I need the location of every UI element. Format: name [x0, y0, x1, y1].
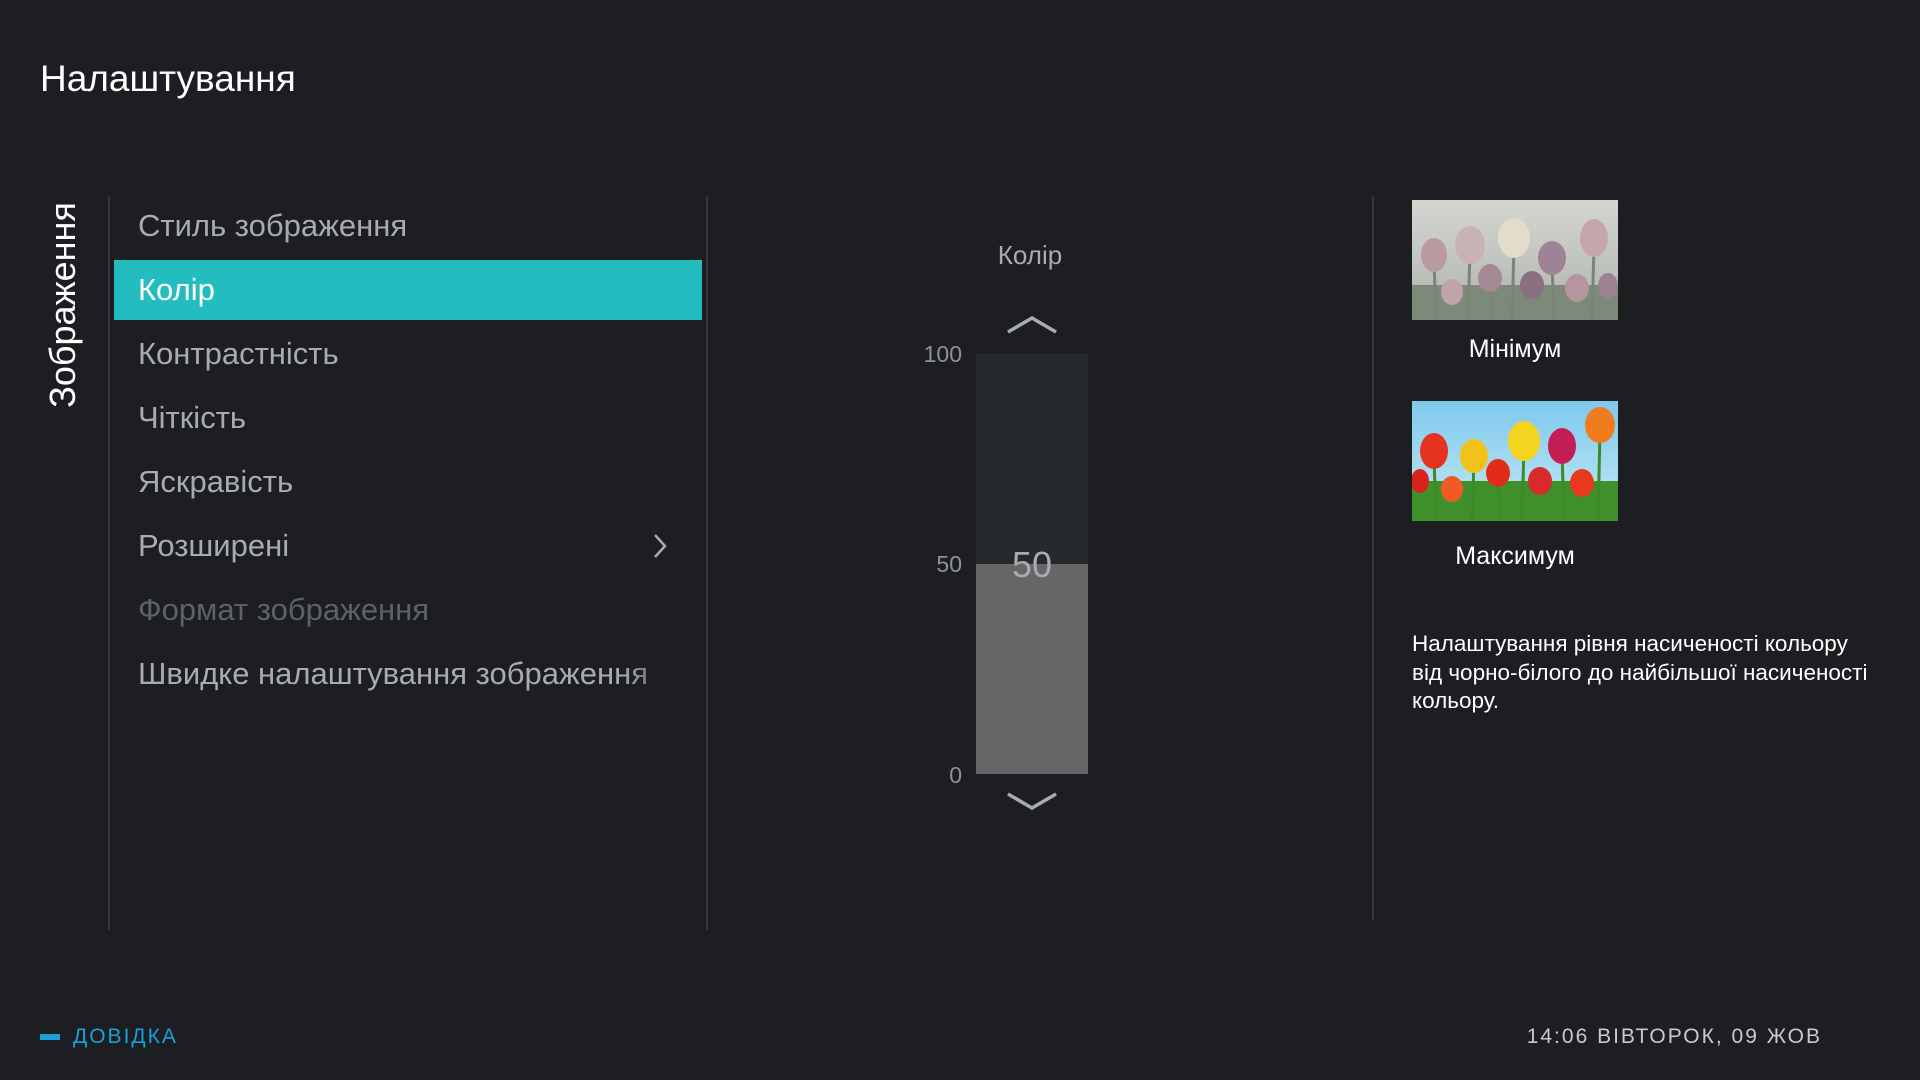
- clock-date: 14:06 ВІВТОРОК, 09 ЖОВ: [1526, 1025, 1822, 1048]
- slider-value: 50: [1011, 544, 1053, 585]
- menu-item-contrast[interactable]: Контрастність: [114, 324, 702, 384]
- chevron-down-icon[interactable]: [1005, 790, 1059, 819]
- menu-item-advanced[interactable]: Розширені: [114, 516, 702, 576]
- chevron-up-icon[interactable]: [1005, 312, 1059, 341]
- settings-menu: Стиль зображення Колір Контрастність Чіт…: [114, 196, 702, 708]
- preview-image-maximum: [1412, 401, 1618, 521]
- help-label: ДОВІДКА: [73, 1025, 178, 1048]
- preview-image-minimum: [1412, 200, 1618, 320]
- divider-left: [108, 196, 110, 930]
- menu-item-brightness[interactable]: Яскравість: [114, 452, 702, 512]
- slider-fill: [976, 564, 1088, 774]
- preview-caption-minimum: Мінімум: [1468, 335, 1562, 363]
- section-label-text: Зображення: [42, 202, 83, 408]
- chevron-right-icon: [652, 516, 668, 576]
- menu-item-label: Формат зображення: [138, 592, 430, 627]
- menu-item-label: Розширені: [138, 528, 290, 563]
- slider-tick-min: 0: [949, 762, 962, 788]
- menu-item-label: Яскравість: [138, 464, 294, 499]
- menu-item-label: Чіткість: [138, 400, 247, 435]
- menu-item-picture-format: Формат зображення: [114, 580, 702, 640]
- help-button[interactable]: ДОВІДКА: [40, 1025, 178, 1049]
- menu-item-color[interactable]: Колір: [114, 260, 702, 320]
- menu-item-sharpness[interactable]: Чіткість: [114, 388, 702, 448]
- menu-item-label: Стиль зображення: [138, 208, 408, 243]
- menu-item-picture-style[interactable]: Стиль зображення: [114, 196, 702, 256]
- menu-item-quick-picture-setup[interactable]: Швидке налаштування зображення: [114, 644, 702, 704]
- slider-title: Колір: [997, 240, 1063, 270]
- divider-right: [1372, 196, 1374, 920]
- menu-item-label: Колір: [138, 272, 215, 307]
- section-label: Зображення: [38, 198, 88, 412]
- menu-item-label: Швидке налаштування зображення: [138, 656, 649, 691]
- page-title: Налаштування: [40, 58, 296, 99]
- slider-tick-mid: 50: [936, 551, 962, 577]
- slider-tick-max: 100: [923, 341, 962, 367]
- divider-middle: [706, 196, 708, 930]
- text-fade: [622, 644, 702, 704]
- menu-item-label: Контрастність: [138, 336, 339, 371]
- preview-caption-maximum: Максимум: [1455, 542, 1575, 570]
- blue-key-icon: [40, 1034, 60, 1040]
- setting-description: Налаштування рівня насиченості кольору в…: [1412, 631, 1868, 713]
